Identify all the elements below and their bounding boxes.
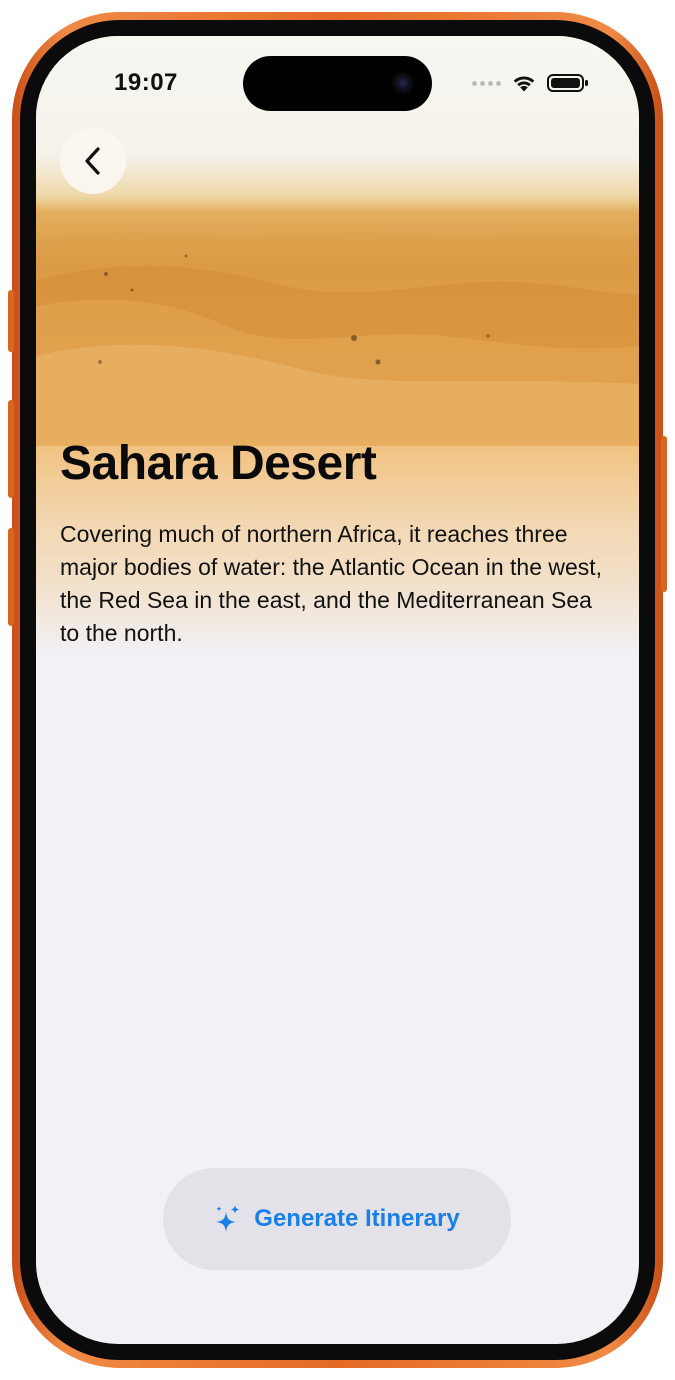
status-bar: 19:07 [36, 36, 639, 126]
front-camera [392, 72, 414, 94]
volume-up-button [8, 400, 14, 498]
destination-title: Sahara Desert [60, 437, 377, 490]
status-time: 19:07 [114, 69, 178, 96]
battery-icon [547, 74, 588, 92]
wifi-icon [513, 76, 535, 92]
app-screen: 19:07 Sahara Desert Covering much of nor… [36, 36, 639, 1344]
action-button [8, 290, 14, 352]
volume-down-button [8, 528, 14, 626]
destination-description: Covering much of northern Africa, it rea… [60, 521, 603, 646]
signal-dots-icon [472, 80, 501, 86]
sparkles-icon [216, 1205, 240, 1232]
generate-itinerary-label: Generate Itinerary [254, 1205, 460, 1232]
chevron-left-icon [85, 147, 100, 175]
side-button [661, 436, 667, 592]
generate-itinerary-button[interactable]: Generate Itinerary [163, 1168, 511, 1270]
dynamic-island [243, 56, 432, 111]
back-button[interactable] [60, 128, 126, 194]
desert-dunes-image [36, 232, 639, 446]
status-icons [472, 72, 589, 94]
